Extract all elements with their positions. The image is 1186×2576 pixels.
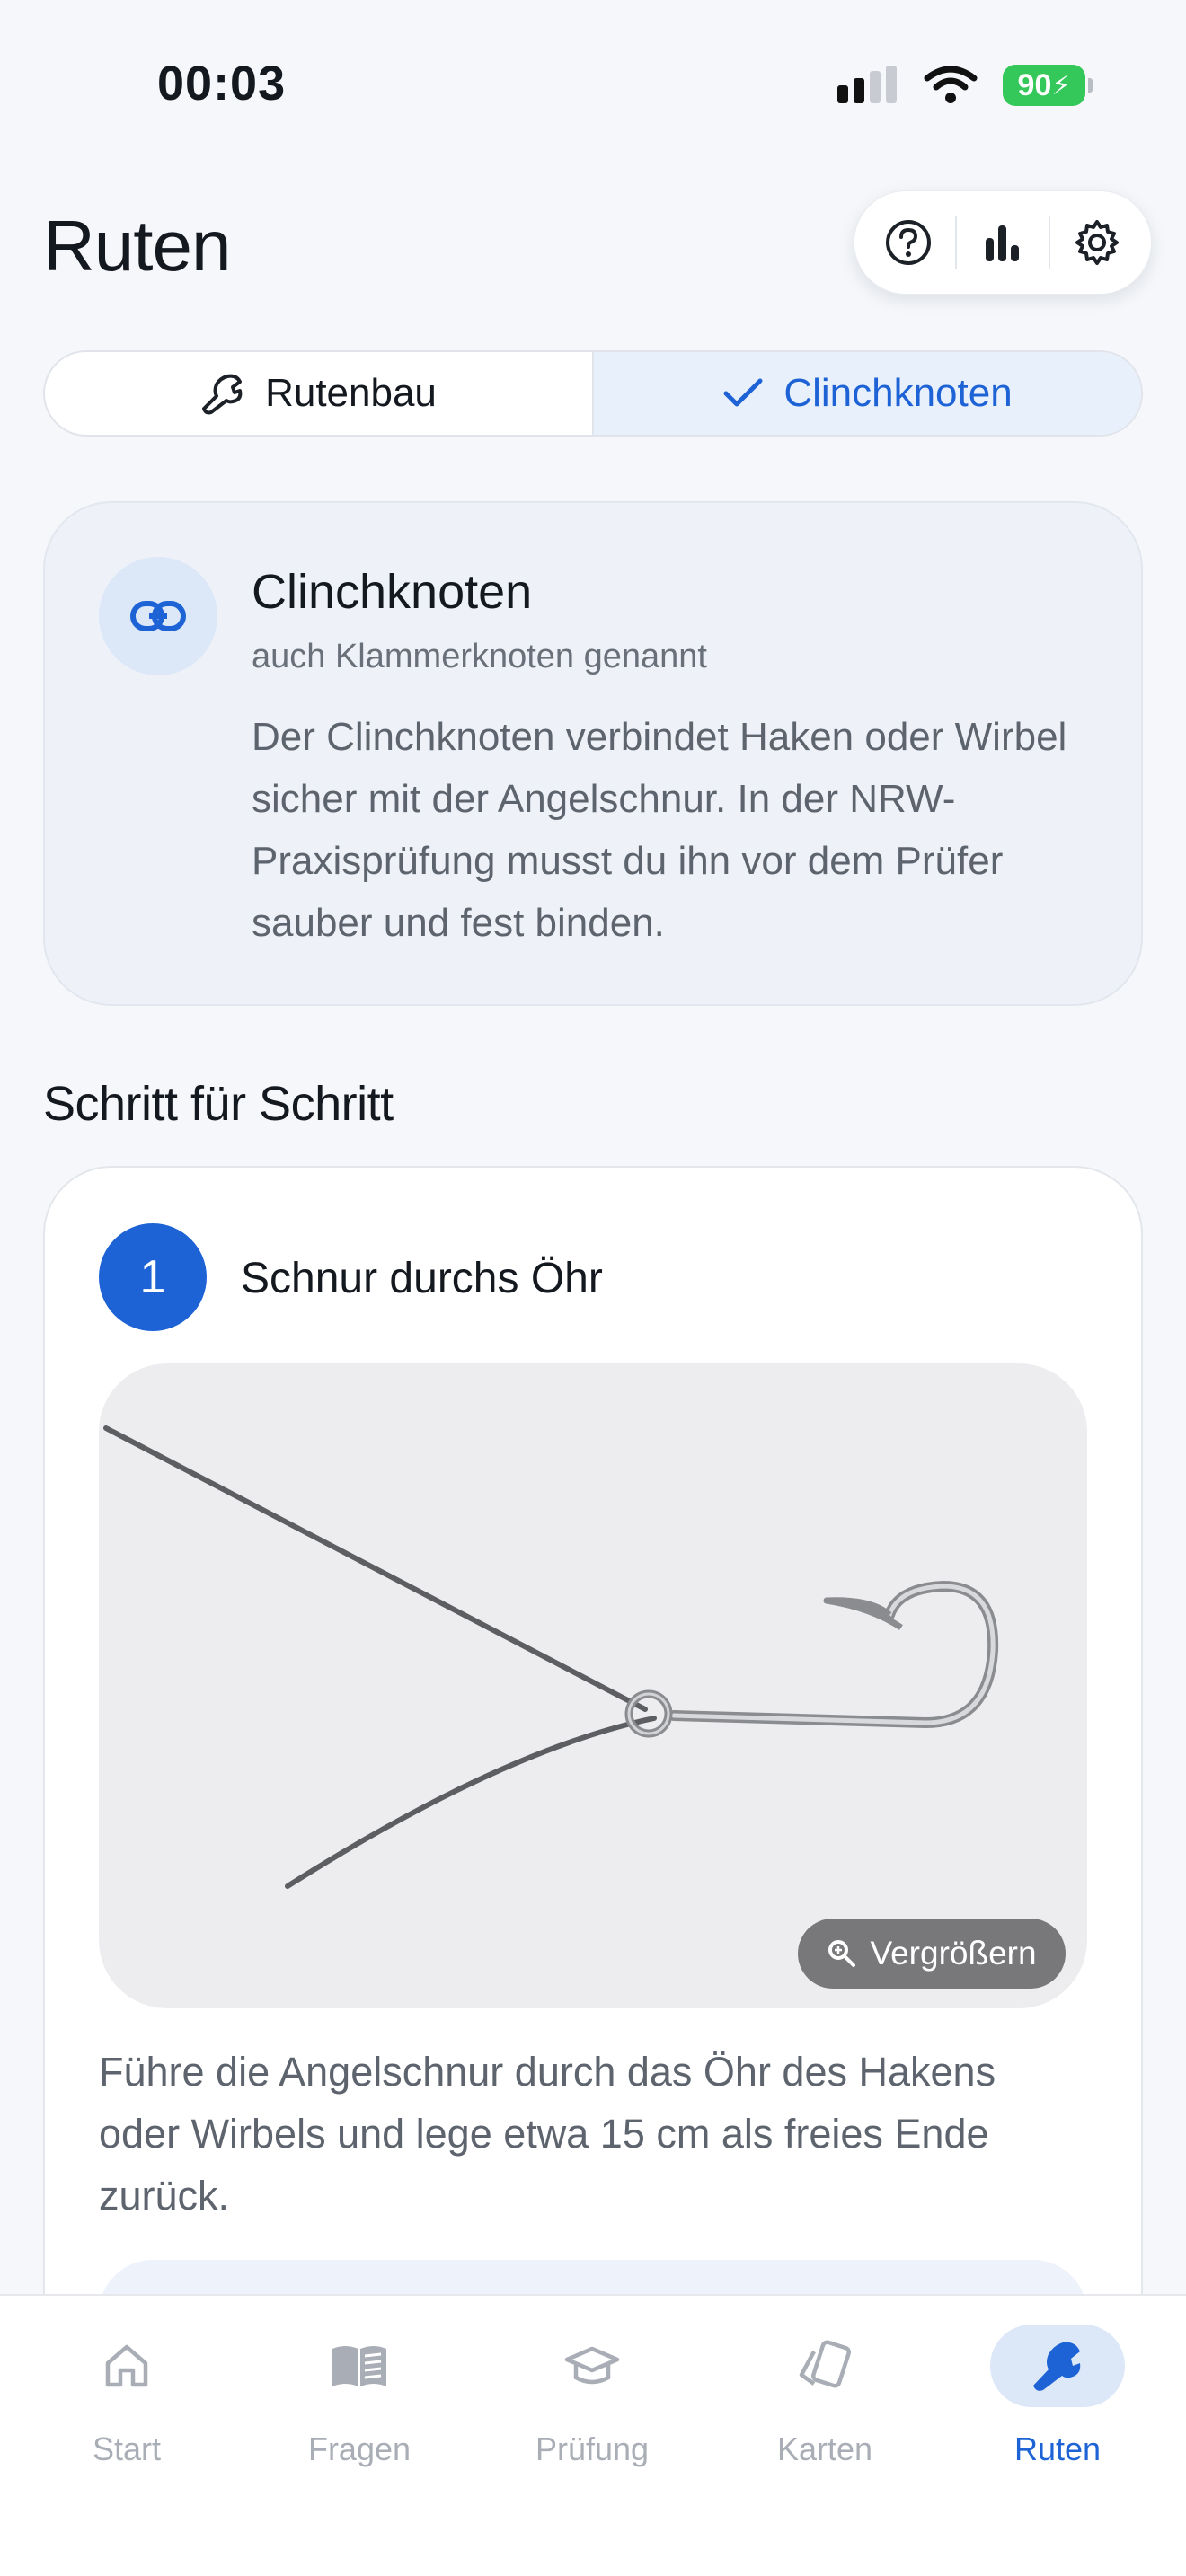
cards-icon (799, 2340, 852, 2388)
help-icon (886, 220, 932, 265)
segment-label: Clinchknoten (783, 371, 1013, 415)
toolbar-divider (1049, 216, 1051, 269)
info-body: Der Clinchknoten verbindet Haken oder Wi… (252, 715, 1067, 945)
zoom-button[interactable]: Vergrößern (798, 1919, 1066, 1989)
gear-icon (1075, 220, 1119, 265)
tab-karten[interactable]: Karten (735, 2325, 915, 2468)
wrench-icon (1033, 2342, 1081, 2391)
info-subtitle: auch Klammerknoten genannt (252, 638, 707, 675)
page-title: Ruten (43, 206, 231, 286)
tab-ruten[interactable]: Ruten (968, 2325, 1147, 2468)
tab-label: Ruten (1013, 2430, 1102, 2467)
cellular-signal-icon (837, 66, 897, 103)
hook-and-line-illustration (103, 1425, 999, 1889)
tab-fragen[interactable]: Fragen (270, 2325, 449, 2468)
toolbar-divider (954, 216, 957, 269)
segment-label: Rutenbau (265, 371, 437, 415)
zoom-icon (828, 1940, 856, 1967)
step-number: 1 (99, 1223, 207, 1331)
book-icon (332, 2346, 386, 2386)
tab-label: Fragen (307, 2430, 412, 2467)
tab-start[interactable]: Start (37, 2325, 217, 2468)
bar-chart-icon (985, 225, 1019, 261)
status-time: 00:03 (157, 57, 287, 110)
stats-button[interactable] (962, 202, 1043, 283)
section-title: Schritt für Schritt (43, 1077, 394, 1131)
home-icon (105, 2344, 148, 2387)
info-title: Clinchknoten (252, 565, 533, 619)
graduation-cap-icon (564, 2346, 620, 2385)
battery-level: 90 (1017, 67, 1052, 102)
step-description: Führe die Angelschnur durch das Öhr des … (99, 2049, 996, 2219)
tab-pruefung[interactable]: Prüfung (502, 2325, 682, 2468)
checkmark-icon (723, 378, 763, 407)
wrench-icon (202, 374, 243, 415)
step-illustration[interactable] (99, 1363, 1087, 2008)
toolbar-pill (854, 190, 1152, 295)
info-icon-badge (99, 557, 217, 675)
charging-icon: ⚡ (1051, 70, 1071, 101)
help-button[interactable] (868, 202, 949, 283)
segment-rutenbau[interactable]: Rutenbau (45, 352, 592, 435)
zoom-label: Vergrößern (870, 1935, 1037, 1972)
segmented-control: Rutenbau Clinchknoten (43, 350, 1143, 437)
wifi-icon (924, 66, 978, 103)
tab-label: Karten (776, 2430, 873, 2467)
status-icons: 90 ⚡ (836, 63, 1093, 108)
segment-clinchknoten[interactable]: Clinchknoten (592, 352, 1141, 435)
battery-indicator: 90 ⚡ (1003, 65, 1093, 106)
step-title: Schnur durchs Öhr (241, 1255, 603, 1302)
tab-label: Start (92, 2430, 162, 2467)
settings-button[interactable] (1057, 202, 1137, 283)
link-icon (130, 601, 186, 631)
tab-label: Prüfung (535, 2430, 650, 2467)
